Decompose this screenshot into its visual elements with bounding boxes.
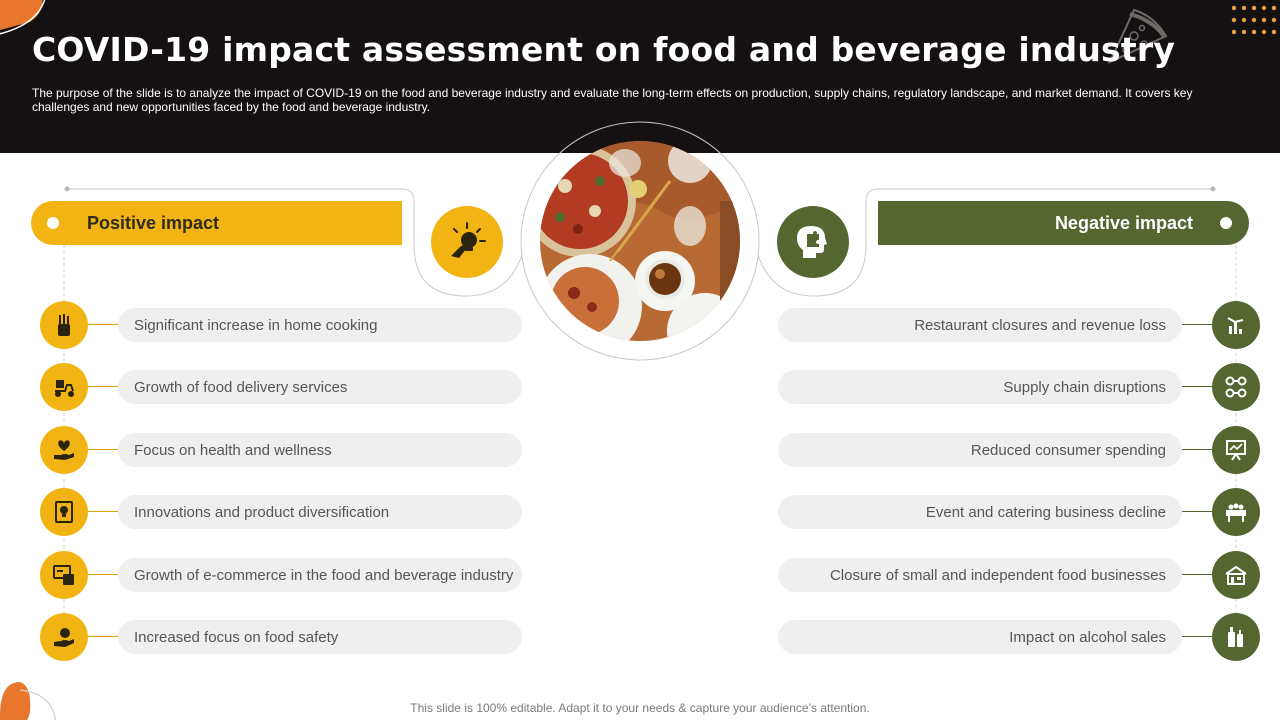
negative-impact-label: Negative impact	[1054, 212, 1193, 233]
positive-impact-label: Positive impact	[87, 212, 220, 233]
negative-item-pill: Reduced consumer spending	[778, 433, 1182, 467]
positive-impact-banner: Positive impact	[31, 201, 402, 245]
positive-item-pill: Growth of e-commerce in the food and bev…	[118, 558, 522, 592]
lightbulb-hand-icon	[431, 206, 503, 278]
connector-tick	[1182, 449, 1212, 450]
puzzle-head-icon	[777, 206, 849, 278]
positive-item-pill: Growth of food delivery services	[118, 370, 522, 404]
positive-item-pill: Increased focus on food safety	[118, 620, 522, 654]
connector-tick	[1182, 324, 1212, 325]
connector-tick	[1182, 636, 1212, 637]
delivery-scooter-icon	[40, 363, 88, 411]
positive-item-pill: Focus on health and wellness	[118, 433, 522, 467]
ecommerce-icon	[40, 551, 88, 599]
negative-item-pill: Impact on alcohol sales	[778, 620, 1182, 654]
kitchen-utensils-icon	[40, 301, 88, 349]
negative-impact-banner: Negative impact	[878, 201, 1249, 245]
negative-item-pill: Event and catering business decline	[778, 495, 1182, 529]
revenue-loss-icon	[1212, 301, 1260, 349]
page-subtitle: The purpose of the slide is to analyze t…	[32, 86, 1193, 114]
connector-tick	[88, 636, 118, 637]
connector-tick	[88, 449, 118, 450]
banner-dot	[1220, 217, 1232, 229]
connector-tick	[88, 324, 118, 325]
orange-shape-decoration	[0, 682, 56, 720]
connector-tick	[88, 511, 118, 512]
positive-item-pill: Significant increase in home cooking	[118, 308, 522, 342]
header-band: COVID-19 impact assessment on food and b…	[0, 0, 1280, 153]
food-safety-icon	[40, 613, 88, 661]
negative-item-pill: Restaurant closures and revenue loss	[778, 308, 1182, 342]
supply-chain-icon	[1212, 363, 1260, 411]
positive-item-pill: Innovations and product diversification	[118, 495, 522, 529]
connector-tick	[88, 386, 118, 387]
page-title: COVID-19 impact assessment on food and b…	[32, 30, 1176, 69]
connector-tick	[1182, 574, 1212, 575]
heart-hand-icon	[40, 426, 88, 474]
banner-dot	[47, 217, 59, 229]
connector-tick	[88, 574, 118, 575]
catering-table-icon	[1212, 488, 1260, 536]
spending-chart-icon	[1212, 426, 1260, 474]
footer-note: This slide is 100% editable. Adapt it to…	[410, 701, 870, 715]
idea-board-icon	[40, 488, 88, 536]
food-table-photo	[540, 141, 740, 341]
small-business-icon	[1212, 551, 1260, 599]
dot-grid-decoration	[1231, 5, 1277, 35]
connector-tick	[1182, 511, 1212, 512]
connector-tick	[1182, 386, 1212, 387]
negative-item-pill: Closure of small and independent food bu…	[778, 558, 1182, 592]
negative-item-pill: Supply chain disruptions	[778, 370, 1182, 404]
alcohol-bottles-icon	[1212, 613, 1260, 661]
